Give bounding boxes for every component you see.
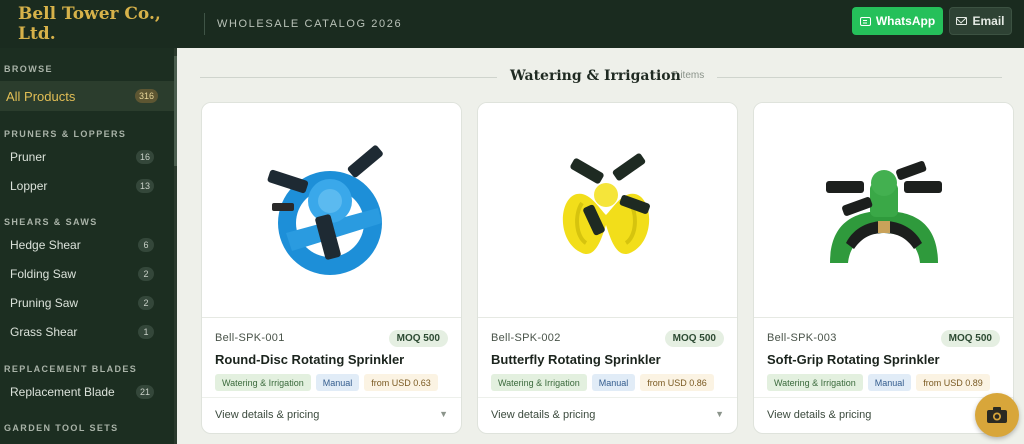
sidebar-section-replacement-blades: REPLACEMENT BLADES: [4, 364, 138, 374]
sidebar-item-label: Pruning Saw: [10, 296, 79, 310]
card-divider: [202, 397, 461, 398]
view-details-link[interactable]: View details & pricing: [491, 409, 595, 421]
product-name[interactable]: Butterfly Rotating Sprinkler: [491, 352, 661, 367]
main-content: Watering & Irrigation 7 items Bell-SPK-0…: [177, 48, 1024, 444]
product-card[interactable]: Bell-SPK-002 MOQ 500 Butterfly Rotating …: [477, 102, 738, 434]
sidebar-section-browse: BROWSE: [4, 64, 53, 74]
whatsapp-label: WhatsApp: [875, 14, 936, 28]
whatsapp-button[interactable]: WhatsApp: [852, 7, 943, 35]
header-divider: [204, 13, 205, 35]
card-divider: [754, 397, 1013, 398]
product-image[interactable]: [202, 103, 461, 318]
product-sku: Bell-SPK-002: [491, 332, 561, 344]
sidebar-item-count: 21: [135, 385, 154, 399]
sidebar-item-count: 2: [138, 296, 154, 310]
brand-logo[interactable]: Bell Tower Co., Ltd.: [0, 4, 204, 44]
sprinkler-image: [826, 161, 942, 263]
sidebar-item-count: 13: [135, 179, 154, 193]
chat-icon: [859, 16, 871, 26]
product-image[interactable]: [754, 103, 1013, 318]
caret-down-icon[interactable]: ▼: [715, 409, 724, 419]
sidebar-item-lopper[interactable]: Lopper 13: [0, 171, 170, 201]
view-details-link[interactable]: View details & pricing: [767, 409, 871, 421]
sidebar-item-label: All Products: [6, 88, 76, 104]
product-sku: Bell-SPK-001: [215, 332, 285, 344]
sprinkler-image: [562, 153, 650, 255]
sidebar-item-folding-saw[interactable]: Folding Saw 2: [0, 259, 170, 289]
sidebar: BROWSE All Products 316 PRUNERS & LOPPER…: [0, 48, 176, 444]
sidebar-item-all-products[interactable]: All Products 316: [0, 81, 174, 111]
sidebar-item-label: Folding Saw: [10, 267, 77, 281]
sidebar-item-count: 316: [134, 89, 158, 103]
product-image[interactable]: [478, 103, 737, 318]
sidebar-item-label: Replacement Blade: [10, 385, 115, 399]
sidebar-item-label: Pruner: [10, 150, 47, 164]
camera-icon: [987, 407, 1007, 423]
sidebar-item-count: 6: [138, 238, 154, 252]
sidebar-item-label: Lopper: [10, 179, 48, 193]
sidebar-item-grass-shear[interactable]: Grass Shear 1: [0, 317, 170, 347]
product-tags: Watering & Irrigation Manual from USD 0.…: [215, 374, 438, 391]
top-actions: WhatsApp Email: [852, 7, 1012, 35]
moq-badge: MOQ 500: [388, 330, 448, 347]
moq-badge: MOQ 500: [940, 330, 1000, 347]
price-tag: from USD 0.63: [364, 374, 438, 391]
sidebar-item-pruner[interactable]: Pruner 16: [0, 142, 170, 172]
sidebar-item-replacement-blade[interactable]: Replacement Blade 21: [0, 377, 170, 407]
sidebar-item-count: 1: [138, 325, 154, 339]
sidebar-item-count: 16: [135, 150, 154, 164]
product-card[interactable]: Bell-SPK-001 MOQ 500 Round-Disc Rotating…: [201, 102, 462, 434]
type-tag[interactable]: Manual: [591, 374, 636, 391]
moq-badge: MOQ 500: [664, 330, 724, 347]
sidebar-item-label: Hedge Shear: [10, 238, 81, 252]
view-details-link[interactable]: View details & pricing: [215, 409, 319, 421]
product-tags: Watering & Irrigation Manual from USD 0.…: [767, 374, 990, 391]
section-divider-right: [717, 77, 1002, 78]
top-bar: Bell Tower Co., Ltd. WHOLESALE CATALOG 2…: [0, 0, 1024, 48]
sidebar-item-count: 2: [138, 267, 154, 281]
sprinkler-graphic: [562, 153, 650, 255]
sidebar-section-garden-tool-sets: GARDEN TOOL SETS: [4, 423, 119, 433]
section-title: Watering & Irrigation: [510, 68, 681, 84]
type-tag[interactable]: Manual: [867, 374, 912, 391]
camera-fab-button[interactable]: [975, 393, 1019, 437]
sprinkler-graphic: [826, 161, 942, 263]
category-tag[interactable]: Watering & Irrigation: [491, 374, 587, 391]
category-tag[interactable]: Watering & Irrigation: [767, 374, 863, 391]
sidebar-section-pruners-loppers: PRUNERS & LOPPERS: [4, 129, 127, 139]
product-tags: Watering & Irrigation Manual from USD 0.…: [491, 374, 714, 391]
caret-down-icon[interactable]: ▼: [439, 409, 448, 419]
catalog-label: WHOLESALE CATALOG 2026: [217, 18, 403, 30]
sidebar-item-pruning-saw[interactable]: Pruning Saw 2: [0, 288, 170, 318]
sprinkler-graphic: [267, 145, 383, 275]
sidebar-section-shears-saws: SHEARS & SAWS: [4, 217, 98, 227]
section-item-count: 7 items: [672, 70, 705, 81]
product-name[interactable]: Round-Disc Rotating Sprinkler: [215, 352, 404, 367]
price-tag: from USD 0.86: [640, 374, 714, 391]
product-name[interactable]: Soft-Grip Rotating Sprinkler: [767, 352, 940, 367]
sprinkler-image: [267, 145, 383, 275]
product-sku: Bell-SPK-003: [767, 332, 837, 344]
price-tag: from USD 0.89: [916, 374, 990, 391]
card-divider: [478, 397, 737, 398]
email-label: Email: [972, 14, 1005, 28]
category-tag[interactable]: Watering & Irrigation: [215, 374, 311, 391]
mail-icon: [956, 17, 968, 25]
type-tag[interactable]: Manual: [315, 374, 360, 391]
section-divider-left: [200, 77, 497, 78]
sidebar-item-label: Grass Shear: [10, 325, 78, 339]
sidebar-item-hedge-shear[interactable]: Hedge Shear 6: [0, 230, 170, 260]
email-button[interactable]: Email: [949, 7, 1012, 35]
product-card[interactable]: Bell-SPK-003 MOQ 500 Soft-Grip Rotating …: [753, 102, 1014, 434]
